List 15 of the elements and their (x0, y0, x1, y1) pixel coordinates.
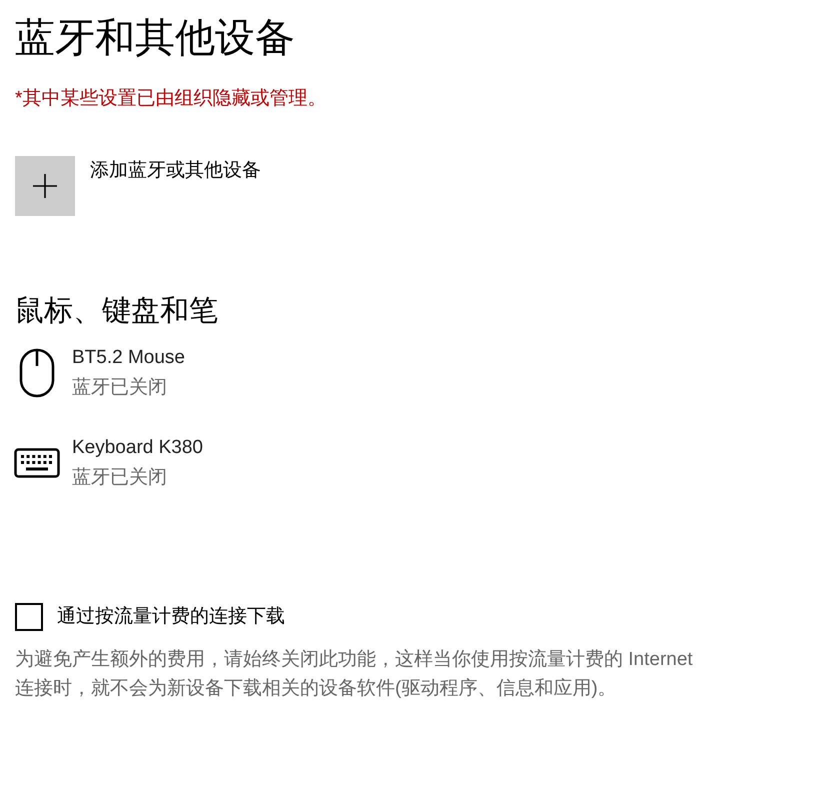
mouse-icon (19, 348, 55, 398)
section-heading: 鼠标、键盘和笔 (15, 294, 219, 329)
device-name[interactable]: BT5.2 Mouse (72, 343, 185, 373)
add-device-button[interactable] (15, 156, 75, 216)
device-status: 蓝牙已关闭 (72, 466, 168, 490)
add-device-label[interactable]: 添加蓝牙或其他设备 (90, 158, 261, 184)
metered-checkbox[interactable] (15, 603, 43, 631)
device-name[interactable]: Keyboard K380 (72, 433, 203, 463)
metered-description: 为避免产生额外的费用，请始终关闭此功能，这样当你使用按流量计费的 Internet 连接时，就不会为新设备下载相关的设备软件(驱动程序、信息和应用)。 (15, 648, 694, 701)
plus-icon (32, 173, 58, 199)
device-status: 蓝牙已关闭 (72, 376, 168, 400)
policy-notice: *其中某些设置已由组织隐藏或管理。 (15, 87, 328, 111)
metered-label[interactable]: 通过按流量计费的连接下载 (57, 604, 285, 630)
page-title: 蓝牙和其他设备 (15, 15, 296, 62)
keyboard-icon (14, 448, 60, 478)
